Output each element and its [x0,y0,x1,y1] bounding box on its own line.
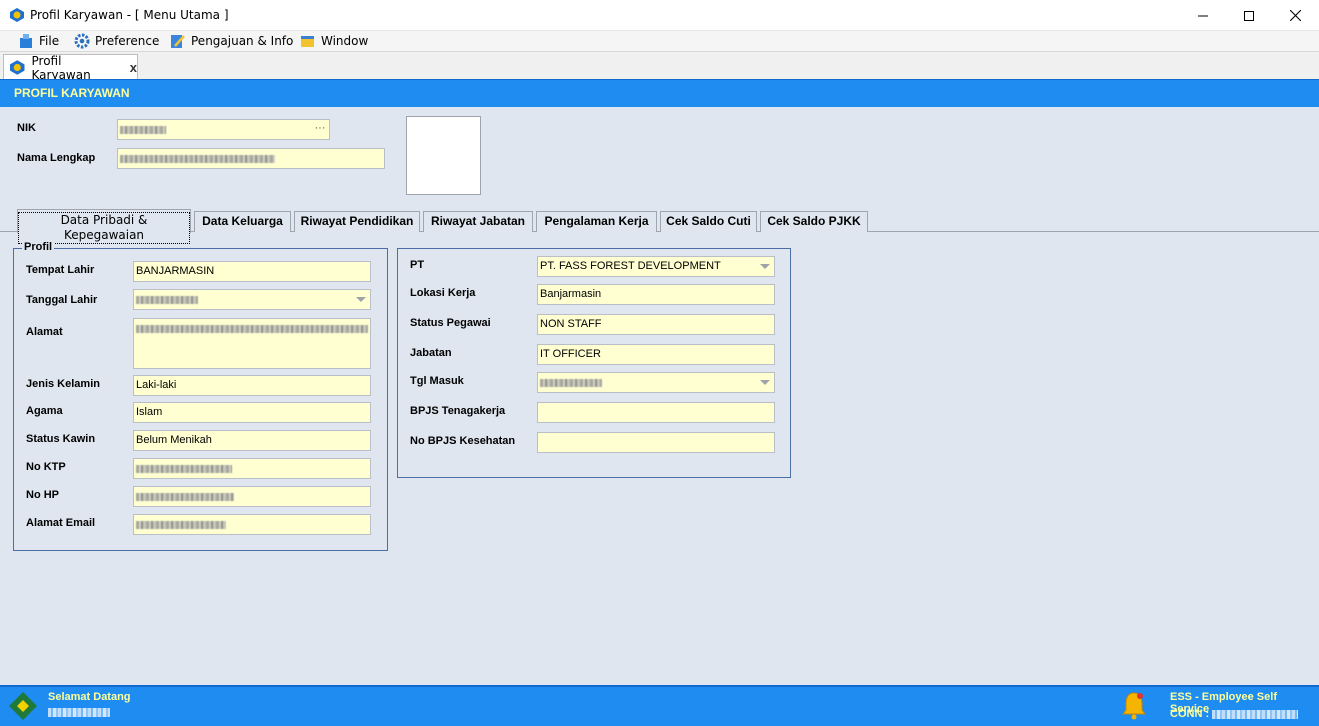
welcome-text: Selamat Datang [48,691,131,703]
minimize-icon [1198,15,1208,16]
tanggal-lahir-select[interactable] [133,289,371,310]
redacted-connection [1212,710,1298,719]
no-ktp-field[interactable] [133,458,371,479]
employee-photo [406,116,481,195]
nik-field[interactable]: ··· [117,119,330,140]
tab-riwayat-jabatan[interactable]: Riwayat Jabatan [423,211,533,232]
jabatan-label: Jabatan [410,347,452,359]
chevron-down-icon [760,264,770,269]
menu-preference-label: Preference [95,34,160,48]
status-kawin-field[interactable]: Belum Menikah [133,430,371,451]
page-title: PROFIL KARYAWAN [14,86,130,100]
alamat-textarea[interactable] [133,318,371,369]
file-icon [20,34,32,48]
menu-pengajuan-info[interactable]: Pengajuan & Info [170,32,293,50]
edit-document-icon [171,35,185,48]
redacted-value [136,296,198,304]
status-pegawai-label: Status Pegawai [410,317,491,329]
no-ktp-label: No KTP [26,461,66,473]
tempat-lahir-field[interactable]: BANJARMASIN [133,261,371,282]
redacted-value [120,155,275,163]
tgl-masuk-select[interactable] [537,372,775,393]
close-button[interactable] [1272,0,1318,31]
tab-riwayat-pendidikan[interactable]: Riwayat Pendidikan [294,211,420,232]
menu-file[interactable]: File [18,32,59,50]
tab-cek-saldo-pjkk[interactable]: Cek Saldo PJKK [760,211,868,232]
profil-group-title: Profil [22,241,55,253]
pt-select[interactable]: PT. FASS FOREST DEVELOPMENT [537,256,775,277]
window-title: Profil Karyawan - [ Menu Utama ] [30,8,229,22]
nik-browse-button[interactable]: ··· [311,120,329,139]
tempat-lahir-label: Tempat Lahir [26,264,95,276]
menu-bar: File Preference Pengajuan & Info Window [0,31,1319,51]
main-panel: PROFIL KARYAWAN NIK ··· Nama Lengkap Dat… [0,79,1319,685]
chevron-down-icon [356,297,366,302]
window-icon [301,36,314,47]
maximize-button[interactable] [1226,0,1272,31]
tab-data-keluarga[interactable]: Data Keluarga [194,211,291,232]
profile-subtabs: Data Pribadi & Kepegawaian Data Keluarga… [0,209,1319,244]
tab-pengalaman-kerja[interactable]: Pengalaman Kerja [536,211,657,232]
agama-field[interactable]: Islam [133,402,371,423]
nama-lengkap-field[interactable] [117,148,385,169]
tgl-masuk-label: Tgl Masuk [410,375,464,387]
menu-preference[interactable]: Preference [74,32,159,50]
gear-icon [74,33,90,49]
minimize-button[interactable] [1180,0,1226,31]
redacted-value [136,465,232,473]
tab-data-pribadi[interactable]: Data Pribadi & Kepegawaian [17,209,191,244]
lokasi-kerja-field[interactable]: Banjarmasin [537,284,775,305]
maximize-icon [1244,10,1254,21]
no-hp-label: No HP [26,489,59,501]
menu-window-label: Window [321,34,369,48]
tab-profil-karyawan[interactable]: Profil Karyawan x [3,53,138,82]
jenis-kelamin-label: Jenis Kelamin [26,378,100,390]
agama-label: Agama [26,405,63,417]
connection-label: CONN : [1170,708,1210,720]
redacted-value [136,493,234,501]
tab-close-icon[interactable]: x [130,60,137,75]
alamat-email-field[interactable] [133,514,371,535]
no-hp-field[interactable] [133,486,371,507]
alamat-email-label: Alamat Email [26,517,96,529]
bpjs-tenagakerja-label: BPJS Tenagakerja [410,405,506,417]
tab-label: Profil Karyawan [31,53,91,82]
redacted-value [120,126,166,134]
tab-cek-saldo-cuti[interactable]: Cek Saldo Cuti [660,211,757,232]
jenis-kelamin-field[interactable]: Laki-laki [133,375,371,396]
company-logo-icon [9,692,37,720]
jabatan-field[interactable]: IT OFFICER [537,344,775,365]
menu-file-label: File [39,34,60,48]
tanggal-lahir-label: Tanggal Lahir [26,294,98,306]
redacted-value [136,521,226,529]
close-icon [1289,10,1301,21]
app-logo-icon [10,60,25,75]
bpjs-tenagakerja-field[interactable] [537,402,775,423]
menu-pengajuan-info-label: Pengajuan & Info [191,34,294,48]
redacted-value [136,325,368,333]
redacted-value [540,379,602,387]
title-bar: Profil Karyawan - [ Menu Utama ] [0,0,1319,31]
alamat-label: Alamat [26,326,63,338]
status-pegawai-field[interactable]: NON STAFF [537,314,775,335]
menu-window[interactable]: Window [300,32,368,50]
chevron-down-icon [760,380,770,385]
status-kawin-label: Status Kawin [26,433,96,445]
lokasi-kerja-label: Lokasi Kerja [410,287,476,299]
app-logo-icon [10,8,24,22]
notification-bell-icon[interactable] [1120,690,1148,720]
pt-label: PT [410,259,425,271]
document-tab-strip: Profil Karyawan x [0,51,1319,82]
no-bpjs-kesehatan-label: No BPJS Kesehatan [410,435,516,447]
nik-label: NIK [17,122,36,134]
status-bar: Selamat Datang ESS - Employee Self Servi… [0,685,1319,726]
no-bpjs-kesehatan-field[interactable] [537,432,775,453]
section-header: PROFIL KARYAWAN [0,79,1319,107]
nama-lengkap-label: Nama Lengkap [17,152,96,164]
redacted-username [48,708,110,717]
